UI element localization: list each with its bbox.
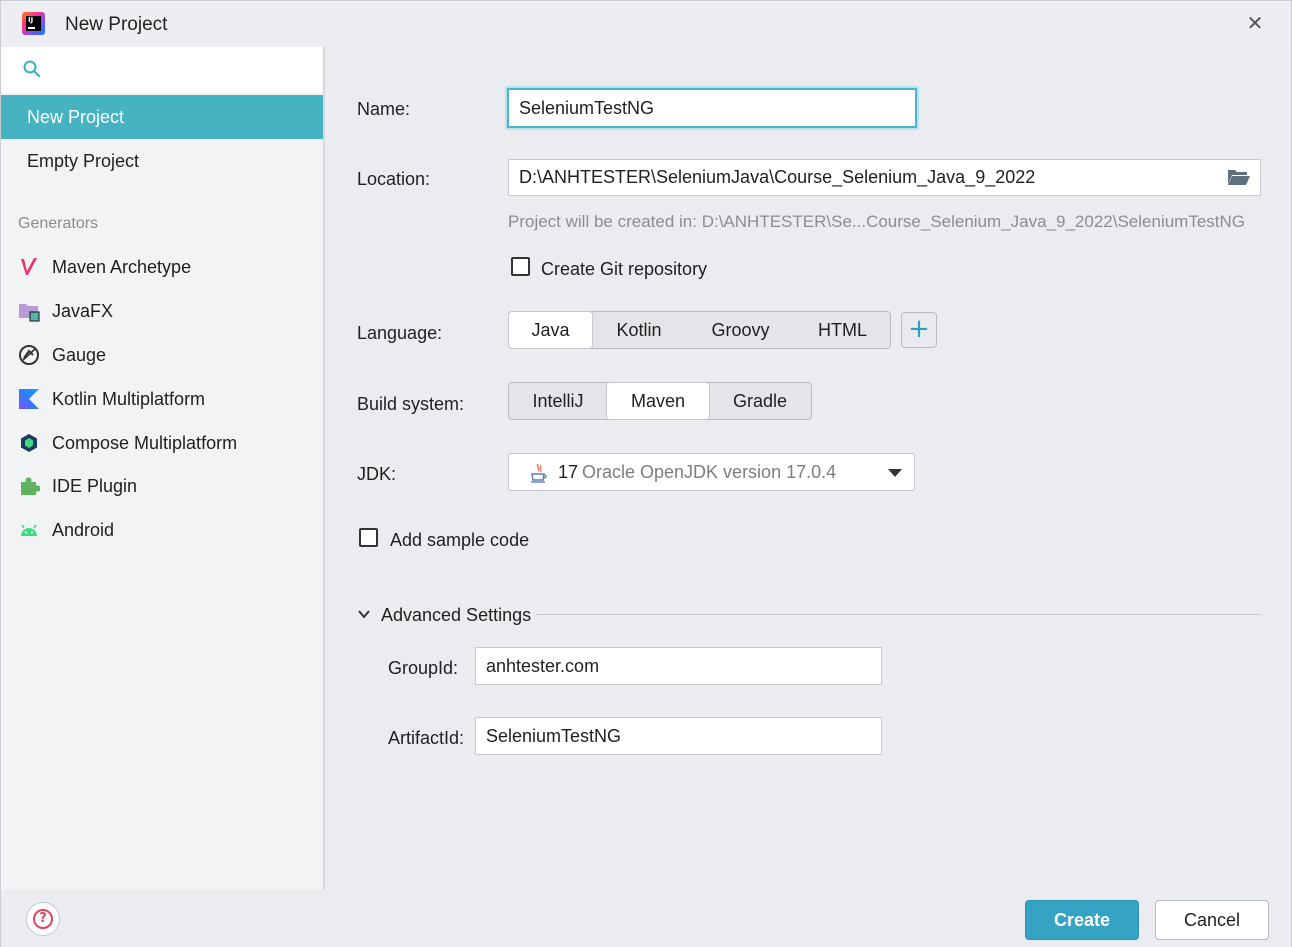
android-icon xyxy=(21,524,37,536)
git-repository-label: Create Git repository xyxy=(541,259,708,279)
plugin-icon xyxy=(21,477,40,495)
help-button[interactable]: ? xyxy=(26,902,60,936)
sidebar-item-label: JavaFX xyxy=(52,301,114,321)
dialog-footer: ? Create Cancel xyxy=(1,890,1291,947)
sidebar-item-new-project[interactable]: New Project xyxy=(1,95,323,139)
sidebar-item-maven-archetype[interactable]: Maven Archetype xyxy=(1,245,323,289)
language-option-java[interactable]: Java xyxy=(509,312,592,348)
new-project-dialog: IJ New Project ✕ New Project Empty Proje… xyxy=(0,0,1292,947)
name-field[interactable] xyxy=(507,88,917,128)
sidebar-item-label: Maven Archetype xyxy=(52,257,192,277)
sidebar: New Project Empty Project Generators Mav… xyxy=(1,47,325,890)
language-selector: Java Kotlin Groovy HTML xyxy=(508,311,891,349)
location-hint: Project will be created in: D:\ANHTESTER… xyxy=(508,212,1246,231)
language-label: Language: xyxy=(357,323,443,343)
sidebar-item-javafx[interactable]: JavaFX xyxy=(1,289,323,333)
build-option-gradle[interactable]: Gradle xyxy=(709,383,811,419)
language-option-html[interactable]: HTML xyxy=(795,312,890,348)
sidebar-item-label: Gauge xyxy=(52,345,107,365)
sidebar-item-kotlin-multiplatform[interactable]: Kotlin Multiplatform xyxy=(1,377,323,421)
add-language-button[interactable]: + xyxy=(901,312,937,348)
sidebar-item-empty-project[interactable]: Empty Project xyxy=(1,139,323,183)
search-input[interactable] xyxy=(1,47,323,93)
build-option-maven[interactable]: Maven xyxy=(607,383,709,419)
sample-code-label: Add sample code xyxy=(390,530,530,550)
advanced-settings-toggle[interactable]: Advanced Settings xyxy=(357,602,1261,628)
help-icon: ? xyxy=(33,909,53,929)
jdk-description: Oracle OpenJDK version 17.0.4 xyxy=(582,462,837,482)
git-repository-checkbox[interactable] xyxy=(511,257,530,276)
location-label: Location: xyxy=(357,169,431,189)
folder-open-icon[interactable] xyxy=(1227,167,1251,187)
compose-icon xyxy=(21,434,37,452)
sidebar-item-label: Compose Multiplatform xyxy=(52,433,238,453)
language-option-groovy[interactable]: Groovy xyxy=(686,312,795,348)
divider xyxy=(537,614,1261,615)
sidebar-item-label: Kotlin Multiplatform xyxy=(52,389,206,409)
intellij-logo-icon: IJ xyxy=(22,12,45,35)
sidebar-item-gauge[interactable]: Gauge xyxy=(1,333,323,377)
group-id-field[interactable] xyxy=(475,647,882,685)
build-option-intellij[interactable]: IntelliJ xyxy=(509,383,607,419)
kotlin-icon xyxy=(19,389,39,409)
gauge-icon xyxy=(19,345,39,365)
javafx-icon xyxy=(19,304,40,322)
dialog-title: New Project xyxy=(65,14,168,35)
name-label: Name: xyxy=(357,99,411,119)
location-field[interactable] xyxy=(508,159,1261,196)
sidebar-item-ide-plugin[interactable]: IDE Plugin xyxy=(1,464,323,508)
group-id-label: GroupId: xyxy=(388,658,459,678)
sidebar-item-label: IDE Plugin xyxy=(52,476,138,496)
build-system-label: Build system: xyxy=(357,394,465,414)
chevron-down-icon xyxy=(888,469,902,477)
artifact-id-field[interactable] xyxy=(475,717,882,755)
artifact-id-label: ArtifactId: xyxy=(388,728,465,748)
build-system-selector: IntelliJ Maven Gradle xyxy=(508,382,812,420)
jdk-dropdown[interactable]: 17 Oracle OpenJDK version 17.0.4 xyxy=(508,453,915,491)
close-button[interactable]: ✕ xyxy=(1245,13,1265,33)
advanced-settings-title: Advanced Settings xyxy=(381,605,532,625)
sidebar-item-compose-multiplatform[interactable]: Compose Multiplatform xyxy=(1,421,323,465)
maven-icon xyxy=(21,258,37,275)
sidebar-item-label: Android xyxy=(52,520,115,540)
sidebar-item-android[interactable]: Android xyxy=(1,508,323,552)
project-settings-panel: Name: Location: Project will be created … xyxy=(327,47,1291,890)
jdk-version: 17 xyxy=(558,462,579,482)
jdk-label: JDK: xyxy=(357,464,397,484)
search-icon xyxy=(23,60,41,78)
chevron-down-icon xyxy=(358,610,370,619)
create-button[interactable]: Create xyxy=(1025,900,1139,940)
cancel-button[interactable]: Cancel xyxy=(1155,900,1269,940)
language-option-kotlin[interactable]: Kotlin xyxy=(592,312,686,348)
title-bar: IJ New Project ✕ xyxy=(1,1,1291,47)
java-cup-icon xyxy=(531,463,547,483)
sample-code-checkbox[interactable] xyxy=(359,528,378,547)
generators-heading: Generators xyxy=(18,215,99,232)
